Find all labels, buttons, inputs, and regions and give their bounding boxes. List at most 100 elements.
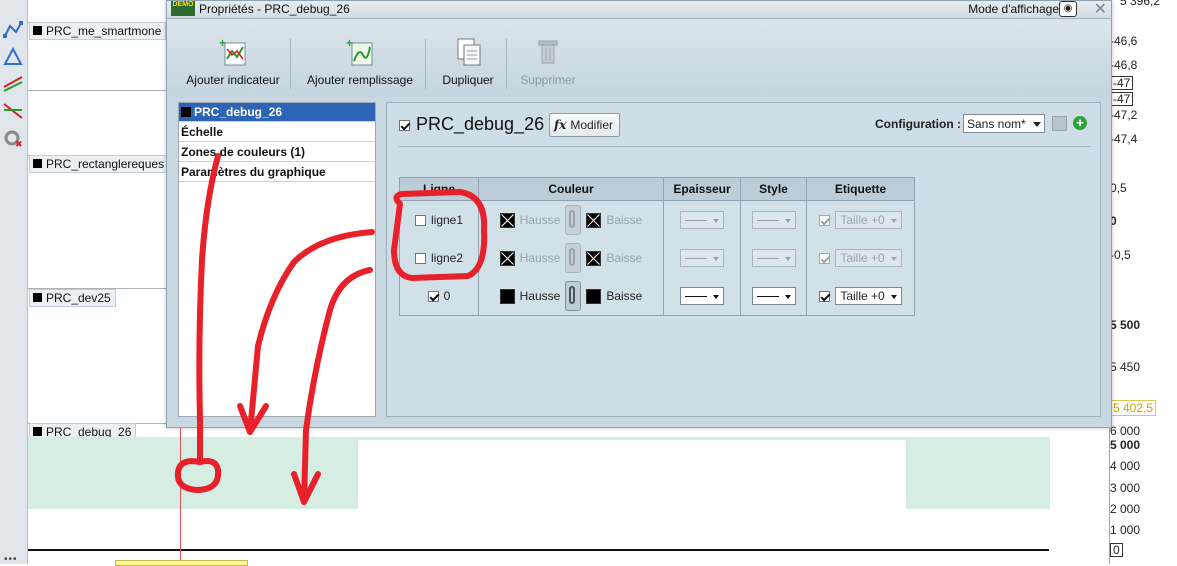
down-color-swatch[interactable] [586,288,602,304]
thickness-select[interactable] [680,211,724,229]
price-tick: -46,8 [1110,58,1138,72]
configuration-select[interactable]: Sans nom* [963,114,1045,133]
dialog-toolbar: + Ajouter indicateur + Ajouter remplissa… [167,19,1111,97]
price-marker: -47 [1110,92,1134,106]
lines-table: Ligne Couleur Epaisseur Style Etiquette … [399,177,915,316]
line-visible-checkbox[interactable] [414,214,426,226]
drawing-toolbar: ✖ ••• [0,0,28,565]
table-row: 0 Hausse Baisse Taille +0 [399,277,915,316]
line-name: ligne1 [430,213,464,227]
price-label: 5 396,2 [1120,0,1161,8]
close-icon[interactable]: ✕ [1094,0,1107,19]
down-color-swatch[interactable] [586,250,602,266]
up-color-swatch[interactable] [499,288,515,304]
toolbar-separator [506,39,507,89]
style-select[interactable] [751,249,796,267]
table-row: ligne2 Hausse Baisse Taille +0 [399,239,915,277]
label-checkbox[interactable] [819,252,831,264]
price-tick: 3 000 [1110,481,1141,495]
price-tick: 1 000 [1110,523,1141,537]
price-tick: 5 500 [1110,318,1141,332]
dialog-titlebar[interactable]: DEMO Propriétés - PRC_debug_26 Mode d'af… [167,1,1111,19]
modify-button[interactable]: fx Modifier [549,113,621,137]
col-header-thickness: Epaisseur [663,177,741,201]
col-header-line: Ligne [399,177,479,201]
indicator-name: PRC_debug_26 [416,114,545,134]
price-tick: 0,5 [1110,181,1127,195]
col-header-style: Style [740,177,807,201]
properties-nav: PRC_debug_26 Échelle Zones de couleurs (… [178,102,376,417]
properties-dialog: DEMO Propriétés - PRC_debug_26 Mode d'af… [166,0,1112,428]
price-tick: -47,2 [1110,108,1138,122]
add-config-icon[interactable]: + [1073,116,1087,130]
indicator-settings-panel: PRC_debug_26 fx Modifier Configuration : … [386,102,1101,417]
toolbar-separator [425,39,426,89]
histogram-block [906,437,1050,509]
line-visible-checkbox[interactable] [427,290,439,302]
price-tick: 5 450 [1110,360,1141,374]
pane-label-dev25[interactable]: PRC_dev25 [29,289,116,307]
duplicate-button[interactable]: Dupliquer [435,29,501,89]
price-marker: -47 [1110,76,1134,90]
down-color-swatch[interactable] [586,212,602,228]
delete-button[interactable]: Supprimer [515,29,581,89]
price-tick: -0,5 [1110,248,1131,262]
display-mode-icon[interactable]: ◉ [1059,1,1077,17]
thickness-select[interactable] [680,287,724,305]
histogram-block [28,437,358,509]
label-checkbox[interactable] [819,290,831,302]
fan-tool-icon[interactable] [2,100,24,120]
line-visible-checkbox[interactable] [414,252,426,264]
col-header-color: Couleur [478,177,664,201]
style-select[interactable] [751,211,796,229]
price-tick: 6 000 [1110,424,1141,438]
pane-label-smartmoney[interactable]: PRC_me_smartmone [29,22,167,40]
fx-icon: fx [554,118,567,132]
nav-item-indicator[interactable]: PRC_debug_26 [179,103,375,122]
style-select[interactable] [751,287,796,305]
date-cursor-label [115,560,248,566]
polyline-tool-icon[interactable] [2,20,24,40]
nav-item-color-zones[interactable]: Zones de couleurs (1) [179,143,375,162]
price-marker: 0 [1110,543,1123,557]
display-mode-label[interactable]: Mode d'affichage [968,1,1059,17]
channel-tool-icon[interactable] [2,73,24,93]
price-tick: 2 000 [1110,502,1141,516]
save-icon[interactable] [1052,116,1067,131]
svg-text:+: + [219,37,226,50]
nav-item-chart-settings[interactable]: Paramètres du graphique [179,163,375,182]
up-color-swatch[interactable] [499,212,515,228]
svg-text:✖: ✖ [15,139,23,148]
link-colors-icon[interactable] [565,281,582,311]
indicator-visible-checkbox[interactable] [399,120,410,131]
label-size-select[interactable]: Taille +0 [835,249,902,267]
label-size-select[interactable]: Taille +0 [835,287,902,305]
thickness-select[interactable] [680,249,724,267]
link-colors-icon[interactable] [565,205,582,235]
triangle-tool-icon[interactable] [2,47,24,67]
dialog-title: Propriétés - PRC_debug_26 [199,2,350,16]
table-row: ligne1 Hausse Baisse Taille +0 [399,200,915,239]
toolbar-separator [290,39,291,89]
price-tick: -47,4 [1110,132,1138,146]
gear-delete-icon[interactable]: ✖ [2,128,24,148]
divider [399,146,1091,147]
add-fill-icon: + [346,37,373,66]
cursor-line [180,426,181,564]
price-marker: 5 402,5 [1110,400,1157,416]
up-color-swatch[interactable] [499,250,515,266]
col-header-label: Etiquette [806,177,915,201]
chevron-down-icon [1033,122,1041,127]
label-size-select[interactable]: Taille +0 [835,211,902,229]
price-tick: -46,6 [1110,34,1138,48]
add-fill-button[interactable]: + Ajouter remplissage [301,29,419,89]
add-indicator-icon: + [219,37,246,66]
duplicate-icon [457,38,481,66]
line-name: ligne2 [430,251,464,265]
label-checkbox[interactable] [819,214,831,226]
link-colors-icon[interactable] [565,243,582,273]
nav-item-scale[interactable]: Échelle [179,123,375,142]
pane-label-rectangle[interactable]: PRC_rectanglereques [29,155,170,173]
add-indicator-button[interactable]: + Ajouter indicateur [181,29,285,89]
more-tools-icon[interactable]: ••• [4,554,18,565]
